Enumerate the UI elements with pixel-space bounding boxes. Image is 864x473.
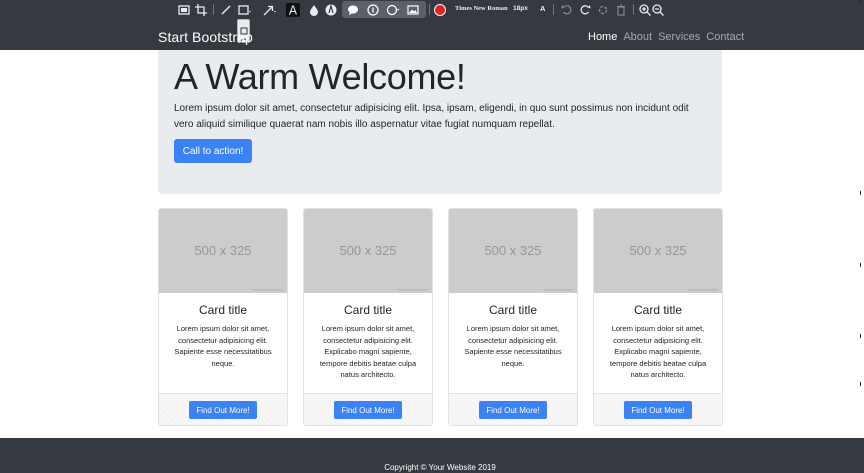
edge-mark (860, 382, 861, 386)
crop-icon[interactable] (194, 3, 208, 17)
navbar: A Times New Roman 18px A Start Bootstrap… (0, 0, 864, 50)
rectangle-icon[interactable] (237, 3, 251, 17)
reset-icon[interactable] (596, 3, 610, 17)
image-icon[interactable] (406, 3, 420, 17)
find-out-more-button[interactable]: Find Out More! (479, 401, 547, 419)
card-footer: Find Out More! (449, 393, 577, 425)
line-icon[interactable] (219, 3, 233, 17)
card: 500 x 325 Card title Lorem ipsum dolor s… (593, 208, 723, 426)
font-size-select[interactable]: 18px (513, 5, 528, 12)
card-text: Lorem ipsum dolor sit amet, consectetur … (464, 324, 562, 368)
edge-mark (860, 334, 861, 338)
nav-links: Home About Services Contact (588, 31, 750, 43)
step-icon[interactable] (366, 3, 380, 17)
nav-link-about[interactable]: About (623, 31, 652, 43)
edge-mark (860, 191, 861, 195)
card-footer: Find Out More! (594, 393, 722, 425)
toolbar-separator (633, 4, 634, 15)
edge-mark (860, 0, 861, 4)
card-text: Lorem ipsum dolor sit amet, consectetur … (174, 324, 272, 368)
card-title: Card title (633, 303, 683, 317)
text-icon[interactable]: A (286, 3, 300, 18)
jumbotron: A Warm Welcome! Lorem ipsum dolor sit am… (158, 50, 722, 194)
zoom-out-icon[interactable] (651, 3, 665, 17)
call-to-action-button[interactable]: Call to action! (174, 139, 252, 163)
blur-icon[interactable] (307, 3, 321, 17)
placeholder-watermark (253, 289, 283, 291)
jumbotron-lead: Lorem ipsum dolor sit amet, consectetur … (174, 103, 689, 130)
placeholder-watermark (398, 289, 428, 291)
card-title: Card title (198, 303, 248, 317)
card-image-placeholder: 500 x 325 (449, 209, 577, 293)
card-text: Lorem ipsum dolor sit amet, consectetur … (609, 324, 707, 379)
card-image-label: 500 x 325 (194, 243, 252, 258)
font-family-select[interactable]: Times New Roman (455, 5, 508, 12)
text-style-button[interactable]: A (540, 4, 545, 13)
marker-icon[interactable] (324, 3, 338, 17)
toolbar-separator (213, 4, 214, 15)
find-out-more-button[interactable]: Find Out More! (334, 401, 402, 419)
nav-link-services[interactable]: Services (658, 31, 700, 43)
page-footer: Copyright © Your Website 2019 (0, 438, 864, 473)
card: 500 x 325 Card title Lorem ipsum dolor s… (448, 208, 578, 426)
zoom-in-icon[interactable] (638, 3, 652, 17)
nav-link-contact[interactable]: Contact (706, 31, 744, 43)
svg-text:A: A (289, 4, 298, 18)
crop-screen-icon[interactable] (177, 3, 191, 17)
navbar-brand[interactable]: Start Bootstrap (158, 29, 253, 45)
card-image-label: 500 x 325 (484, 243, 542, 258)
card-image-placeholder: 500 x 325 (594, 209, 722, 293)
find-out-more-button[interactable]: Find Out More! (624, 401, 692, 419)
card-image-label: 500 x 325 (339, 243, 397, 258)
find-out-more-button[interactable]: Find Out More! (189, 401, 257, 419)
card: 500 x 325 Card title Lorem ipsum dolor s… (303, 208, 433, 426)
placeholder-watermark (688, 289, 718, 291)
toolbar-separator (553, 4, 554, 15)
edge-mark (860, 263, 861, 267)
jumbotron-title: A Warm Welcome! (174, 56, 466, 97)
nav-link-home[interactable]: Home (588, 31, 617, 43)
redo-icon[interactable] (578, 3, 592, 17)
speech-bubble-icon[interactable] (346, 3, 360, 17)
card-title: Card title (488, 303, 538, 317)
card-footer: Find Out More! (159, 393, 287, 425)
delete-icon[interactable] (614, 3, 628, 17)
toolbar-separator (429, 4, 430, 15)
card-image-placeholder: 500 x 325 (159, 209, 287, 293)
card-footer: Find Out More! (304, 393, 432, 425)
card-text: Lorem ipsum dolor sit amet, consectetur … (319, 324, 417, 379)
card-image-placeholder: 500 x 325 (304, 209, 432, 293)
card: 500 x 325 Card title Lorem ipsum dolor s… (158, 208, 288, 426)
copyright-text: Copyright © Your Website 2019 (384, 463, 496, 472)
card-title: Card title (343, 303, 393, 317)
color-picker-icon[interactable] (433, 3, 447, 17)
magnifier-icon[interactable] (386, 3, 400, 17)
card-image-label: 500 x 325 (629, 243, 687, 258)
undo-icon[interactable] (560, 3, 574, 17)
arrow-icon[interactable] (262, 3, 276, 17)
placeholder-watermark (543, 289, 573, 291)
